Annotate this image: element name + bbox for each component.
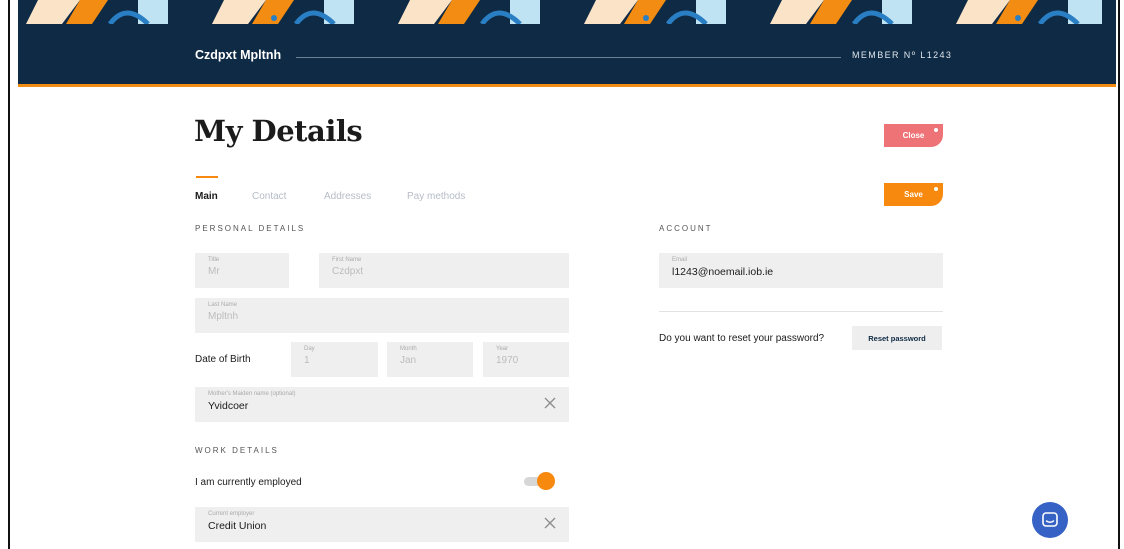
header-divider-line <box>296 57 841 58</box>
chat-launcher-button[interactable] <box>1032 502 1068 538</box>
reset-password-question: Do you want to reset your password? <box>659 333 825 344</box>
current-employer-field[interactable]: Current employer Credit Union <box>195 507 569 542</box>
date-of-birth-label: Date of Birth <box>195 354 251 365</box>
pattern-banner <box>18 0 1116 24</box>
dob-month-value: Jan <box>400 355 417 366</box>
work-details-heading: WORK DETAILS <box>195 446 279 455</box>
dob-month-field[interactable]: Month Jan <box>387 342 473 377</box>
dob-year-field[interactable]: Year 1970 <box>483 342 569 377</box>
left-frame-border <box>8 0 10 549</box>
title-field-value: Mr <box>208 266 220 277</box>
title-field[interactable]: Title Mr <box>195 253 289 288</box>
clear-icon[interactable] <box>543 516 557 530</box>
email-label: Email <box>672 257 688 263</box>
toggle-knob <box>537 472 555 490</box>
dob-year-label: Year <box>496 346 509 352</box>
right-frame-border <box>1118 0 1120 549</box>
user-name: Czdpxt Mpltnh <box>195 48 282 62</box>
tab-pay-methods[interactable]: Pay methods <box>407 191 465 202</box>
maiden-name-field[interactable]: Mother's Maiden name (optional) Yvidcoer <box>195 387 569 422</box>
active-tab-indicator <box>196 176 218 178</box>
email-field[interactable]: Email l1243@noemail.iob.ie <box>659 253 943 288</box>
page-title: My Details <box>194 114 363 148</box>
first-name-value: Czdpxt <box>332 266 364 277</box>
save-dot-icon <box>934 187 938 191</box>
close-button[interactable]: Close <box>884 124 943 147</box>
title-field-label: Title <box>208 257 220 263</box>
employed-label: I am currently employed <box>195 477 302 488</box>
dob-day-value: 1 <box>304 355 310 366</box>
last-name-field[interactable]: Last Name Mpltnh <box>195 298 569 333</box>
personal-details-heading: PERSONAL DETAILS <box>195 224 306 233</box>
dob-month-label: Month <box>400 346 417 352</box>
email-value: l1243@noemail.iob.ie <box>672 266 774 278</box>
maiden-name-label: Mother's Maiden name (optional) <box>208 391 296 397</box>
chat-icon <box>1042 512 1058 527</box>
last-name-label: Last Name <box>208 302 238 308</box>
account-divider <box>659 311 943 312</box>
tab-contact[interactable]: Contact <box>252 191 286 202</box>
first-name-label: First Name <box>332 257 362 263</box>
site-header: Czdpxt Mpltnh MEMBER Nº L1243 <box>18 24 1116 87</box>
current-employer-label: Current employer <box>208 511 255 517</box>
reset-password-button[interactable]: Reset password <box>852 326 942 350</box>
member-number: MEMBER Nº L1243 <box>852 50 953 60</box>
close-dot-icon <box>934 128 938 132</box>
save-button[interactable]: Save <box>884 183 943 206</box>
dob-day-label: Day <box>304 346 315 352</box>
dob-year-value: 1970 <box>496 355 519 366</box>
account-heading: ACCOUNT <box>659 224 713 233</box>
tab-addresses[interactable]: Addresses <box>324 191 371 202</box>
tab-main[interactable]: Main <box>195 191 218 202</box>
last-name-value: Mpltnh <box>208 311 239 322</box>
employed-toggle[interactable] <box>524 472 556 490</box>
first-name-field[interactable]: First Name Czdpxt <box>319 253 569 288</box>
maiden-name-value: Yvidcoer <box>208 400 249 412</box>
dob-day-field[interactable]: Day 1 <box>291 342 378 377</box>
clear-icon[interactable] <box>543 396 557 410</box>
current-employer-value: Credit Union <box>208 520 267 532</box>
